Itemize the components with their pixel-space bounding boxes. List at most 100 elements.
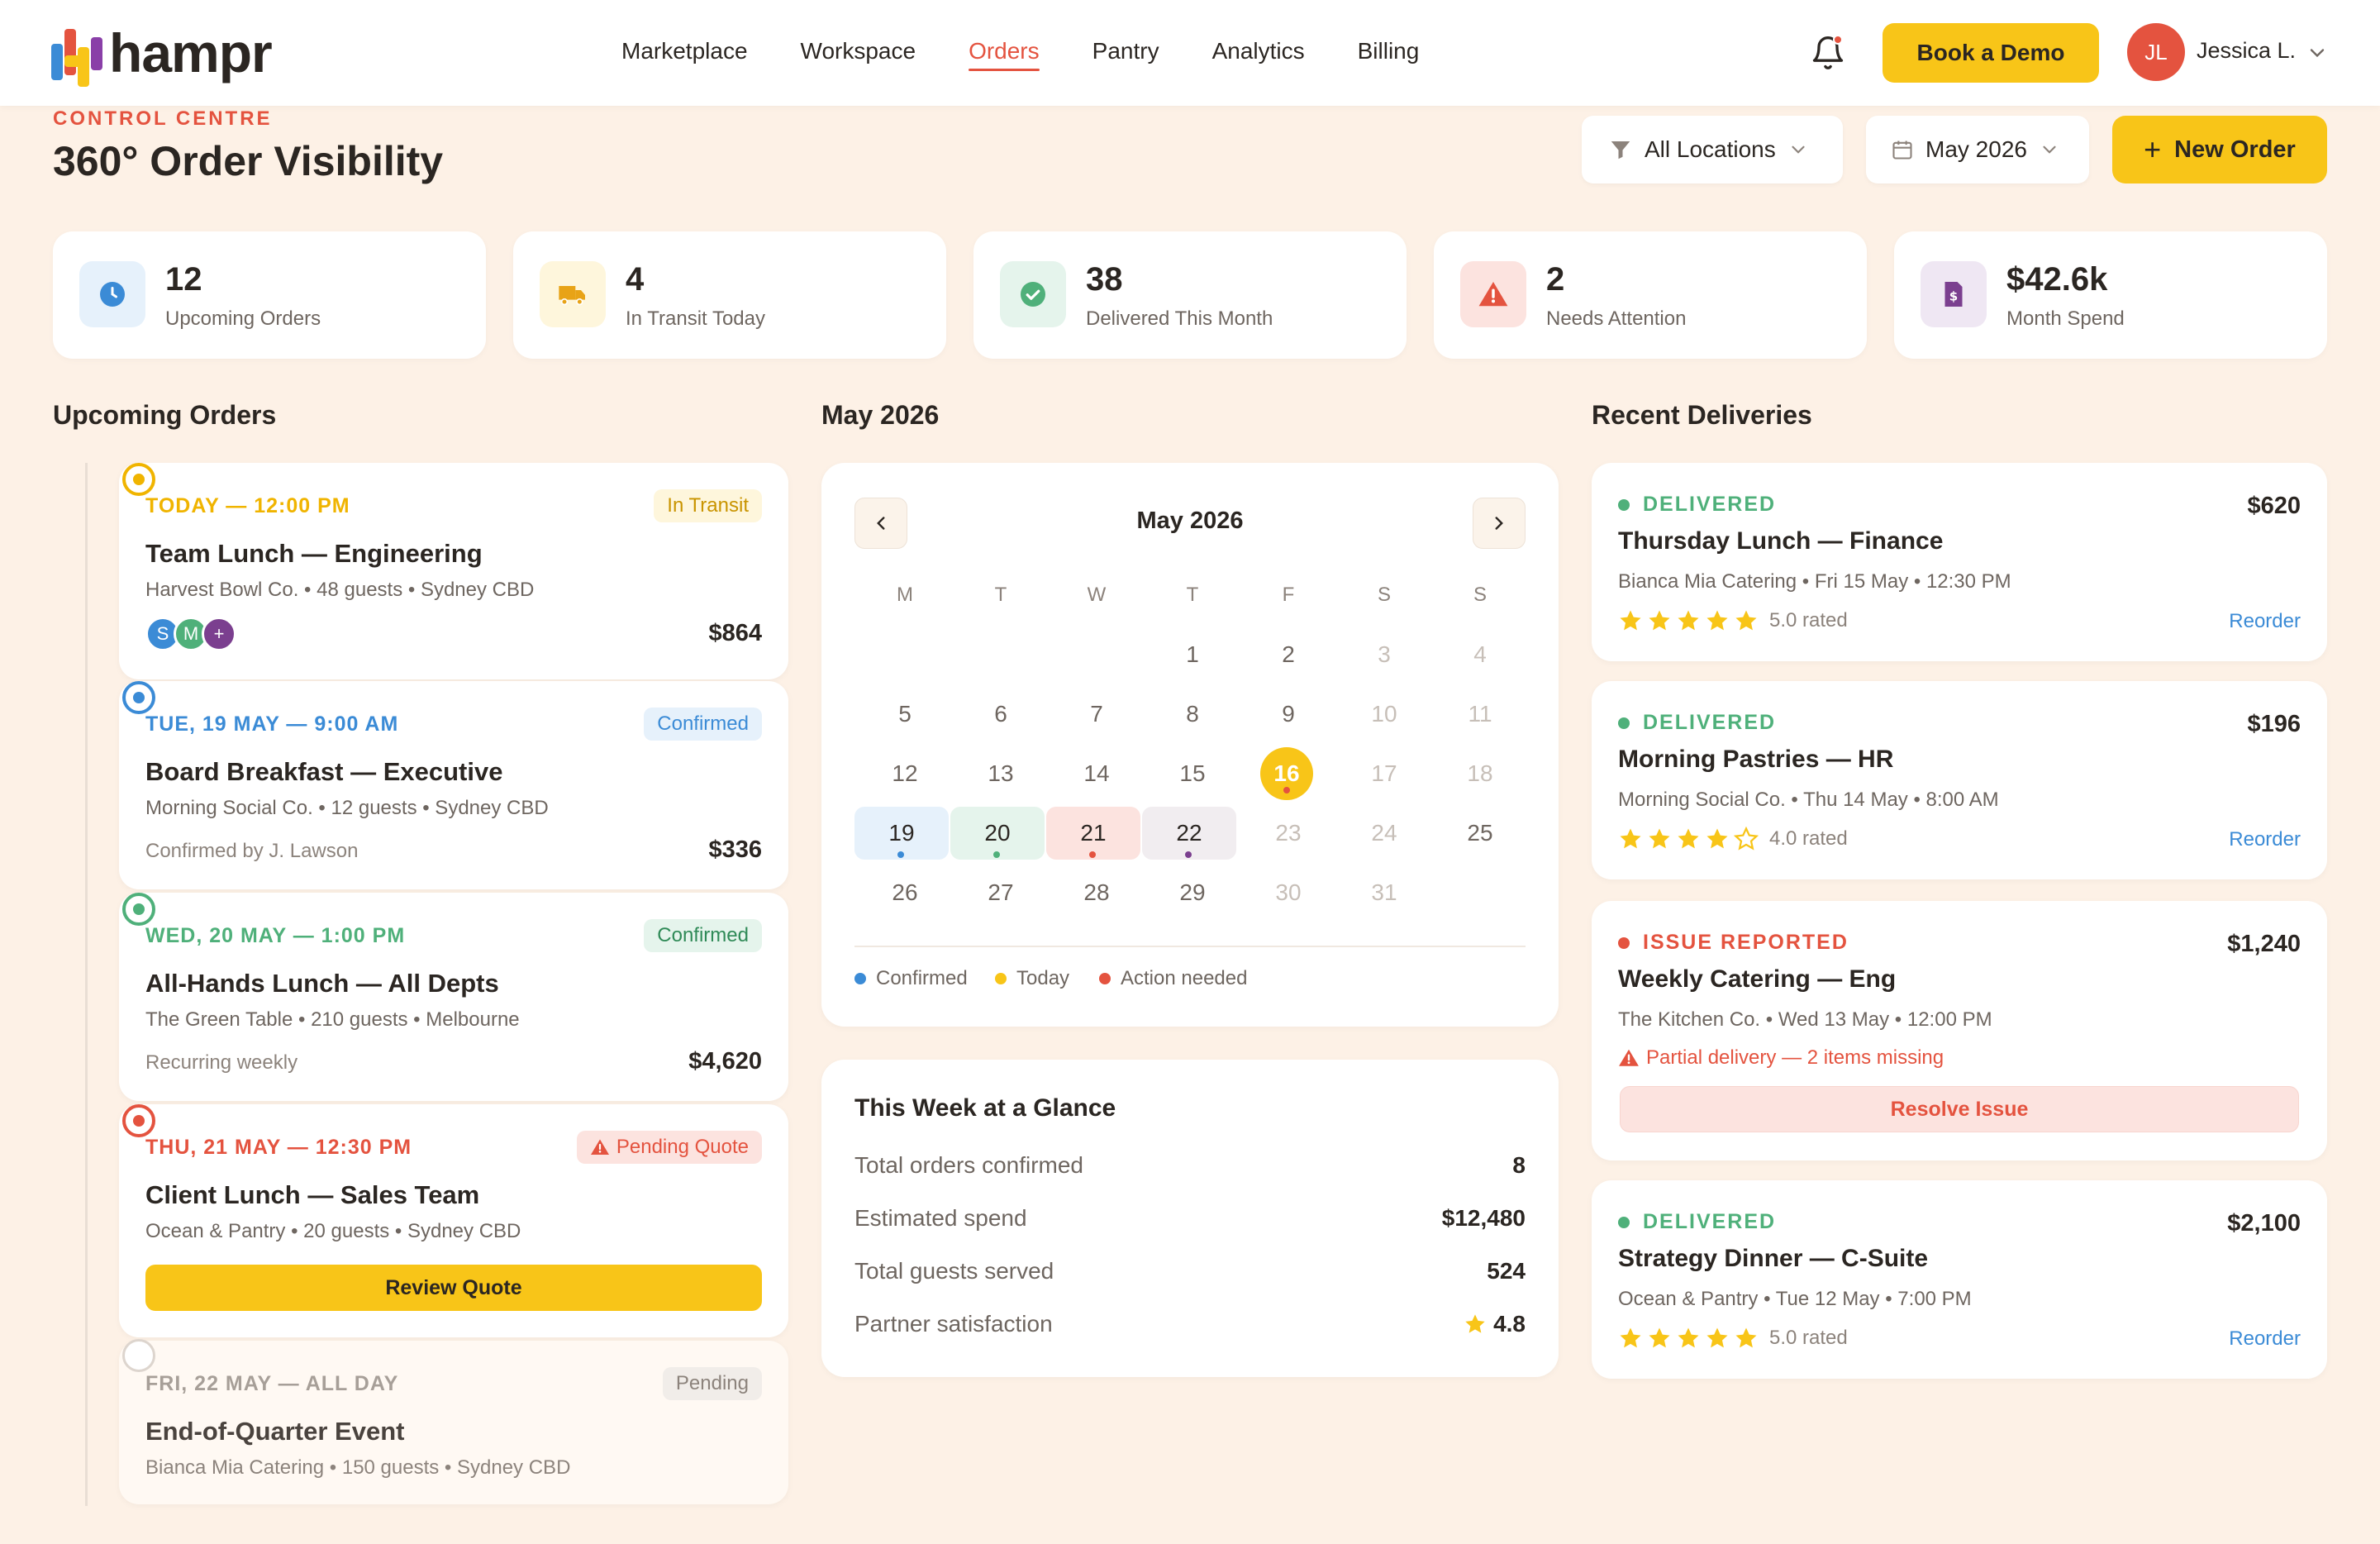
timeline-dot [122,1339,155,1372]
calendar-day[interactable]: 23 [1240,807,1336,860]
calendar-icon [1892,141,1912,160]
status-badge: Pending [662,1367,762,1400]
kpi-value: 12 [165,261,202,298]
calendar-day-event[interactable]: 20 [950,807,1045,860]
user-avatar[interactable]: JL [2127,23,2185,81]
calendar-day[interactable]: 9 [1240,688,1336,741]
calendar-day[interactable]: 3 [1336,628,1432,681]
delivery-title: Morning Pastries — HR [1618,746,1894,773]
calendar-day[interactable]: 17 [1336,747,1432,800]
star-filled-icon [1706,610,1728,631]
calendar-day[interactable]: 6 [953,688,1049,741]
nav-billing[interactable]: Billing [1358,0,1420,106]
chevron-down-icon [1792,145,1805,154]
kpi-in-transit[interactable]: 4 In Transit Today [513,231,946,359]
order-card[interactable]: TUE, 19 MAY — 9:00 AM Confirmed Board Br… [119,681,788,889]
notifications-bell-icon[interactable] [1810,35,1846,71]
status-label: Pending Quote [616,1136,749,1158]
order-meta: The Green Table • 210 guests • Melbourne [145,1008,520,1031]
glance-label: Partner satisfaction [854,1311,1053,1337]
delivery-amount: $1,240 [2227,931,2301,957]
calendar-day[interactable]: 1 [1145,628,1240,681]
resolve-issue-button[interactable]: Resolve Issue [1620,1086,2299,1132]
delivery-card-issue[interactable]: ISSUE REPORTED $1,240 Weekly Catering — … [1592,901,2327,1160]
delivery-amount: $620 [2247,493,2301,519]
kpi-delivered[interactable]: 38 Delivered This Month [973,231,1407,359]
calendar-day[interactable]: 12 [857,747,953,800]
rating-text: 5.0 rated [1769,609,1848,631]
calendar-day-event[interactable]: 19 [854,807,949,860]
order-card[interactable]: WED, 20 MAY — 1:00 PM Confirmed All-Hand… [119,893,788,1101]
nav-workspace[interactable]: Workspace [801,0,916,106]
delivery-card[interactable]: DELIVERED $196 Morning Pastries — HR Mor… [1592,681,2327,879]
user-name[interactable]: Jessica L. [2197,38,2296,64]
calendar-day[interactable]: 8 [1145,688,1240,741]
nav-marketplace[interactable]: Marketplace [621,0,748,106]
order-meta: Harvest Bowl Co. • 48 guests • Sydney CB… [145,579,535,601]
calendar-day[interactable]: 30 [1240,866,1336,919]
delivery-card[interactable]: DELIVERED $620 Thursday Lunch — Finance … [1592,463,2327,661]
calendar-day[interactable]: 2 [1240,628,1336,681]
calendar-day[interactable]: 29 [1145,866,1240,919]
calendar-day[interactable]: 14 [1049,747,1145,800]
nav-orders[interactable]: Orders [969,0,1040,106]
kpi-value: $42.6k [2006,261,2108,298]
new-order-button[interactable]: + New Order [2112,116,2327,183]
glance-row: Total guests served 524 [854,1258,1526,1291]
calendar-day[interactable]: 10 [1336,688,1432,741]
status-label: ISSUE REPORTED [1643,931,1849,954]
kpi-upcoming-orders[interactable]: 12 Upcoming Orders [53,231,486,359]
star-filled-icon [1620,828,1641,849]
calendar-day[interactable]: 31 [1336,866,1432,919]
calendar-day[interactable]: 25 [1432,807,1528,860]
kpi-needs-attention[interactable]: 2 Needs Attention [1434,231,1867,359]
kpi-value: 38 [1086,261,1123,298]
order-card[interactable]: FRI, 22 MAY — ALL DAY Pending End-of-Qua… [119,1341,788,1504]
order-card[interactable]: THU, 21 MAY — 12:30 PM Pending Quote Cli… [119,1104,788,1337]
calendar-day-event[interactable]: 21 [1046,807,1140,860]
nav-analytics[interactable]: Analytics [1212,0,1305,106]
kpi-month-spend[interactable]: $ $42.6k Month Spend [1894,231,2327,359]
calendar-day[interactable]: 11 [1432,688,1528,741]
order-card[interactable]: TODAY — 12:00 PM In Transit Team Lunch —… [119,463,788,679]
calendar-day-event[interactable]: 22 [1142,807,1236,860]
calendar-day[interactable]: 18 [1432,747,1528,800]
calendar-next-button[interactable] [1473,498,1526,549]
reorder-link[interactable]: Reorder [2229,828,2301,851]
delivery-card[interactable]: DELIVERED $2,100 Strategy Dinner — C-Sui… [1592,1180,2327,1379]
chevron-down-icon[interactable] [2306,41,2329,64]
today-number: 16 [1273,760,1300,786]
location-filter-dropdown[interactable]: All Locations [1582,116,1843,183]
brand-logo[interactable]: hampr [51,18,273,88]
calendar-day[interactable]: 28 [1049,866,1145,919]
calendar-day[interactable]: 5 [857,688,953,741]
calendar-day[interactable]: 26 [857,866,953,919]
date-filter-dropdown[interactable]: May 2026 [1866,116,2089,183]
calendar-day[interactable]: 7 [1049,688,1145,741]
nav-pantry[interactable]: Pantry [1092,0,1159,106]
order-meta: Morning Social Co. • 12 guests • Sydney … [145,797,549,819]
order-time: FRI, 22 MAY — ALL DAY [145,1372,399,1395]
calendar-day[interactable]: 24 [1336,807,1432,860]
calendar-day[interactable]: 13 [953,747,1049,800]
calendar-day[interactable]: 4 [1432,628,1528,681]
star-filled-icon [1620,610,1641,631]
weekday-label: S [1377,584,1391,606]
chevron-right-icon [1495,517,1503,530]
event-marker [993,851,1000,858]
calendar-day[interactable]: 15 [1145,747,1240,800]
star-filled-icon [1706,828,1728,849]
glance-value-rating: 4.8 [1464,1311,1526,1337]
calendar-day[interactable]: 27 [953,866,1049,919]
status-label: DELIVERED [1643,493,1777,516]
star-icon [1465,1314,1485,1333]
avatar-more[interactable]: + [202,617,236,651]
calendar-day-today[interactable]: 16 [1260,747,1313,800]
page-title: 360° Order Visibility [53,138,444,184]
book-demo-button[interactable]: Book a Demo [1883,23,2099,83]
review-quote-button[interactable]: Review Quote [145,1265,762,1311]
delivery-title: Weekly Catering — Eng [1618,965,1897,993]
reorder-link[interactable]: Reorder [2229,610,2301,633]
reorder-link[interactable]: Reorder [2229,1327,2301,1351]
warning-icon [1619,1049,1639,1066]
